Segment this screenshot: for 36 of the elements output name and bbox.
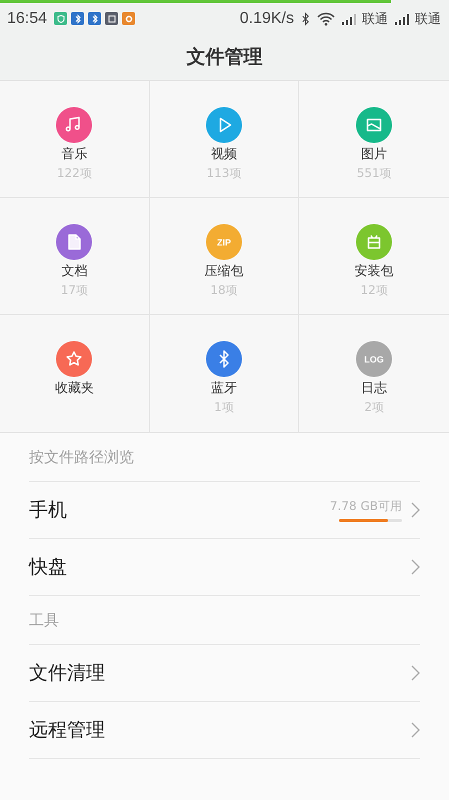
category-label: 视频 (210, 146, 237, 164)
list-row[interactable]: 手机 7.78 GB可用 (29, 482, 420, 539)
free-space-text: 7.78 GB可用 (330, 498, 402, 515)
carrier-name: 联通 (362, 10, 388, 28)
row-label: 文件清理 (29, 661, 106, 686)
signal-icon (395, 12, 411, 24)
category-label: 音乐 (61, 146, 88, 164)
list-row[interactable]: 远程管理 (29, 702, 420, 759)
signal-icon (342, 12, 358, 24)
category-tile[interactable]: 收藏夹 (0, 315, 150, 432)
chevron-icon (410, 665, 420, 681)
section-header: 按文件路径浏览 (29, 448, 134, 466)
category-label: 收藏夹 (54, 380, 94, 398)
category-label: 文档 (61, 263, 88, 281)
category-label: 安装包 (354, 263, 394, 281)
category-label: 日志 (361, 380, 388, 398)
page-title: 文件管理 (186, 45, 262, 70)
list-row[interactable]: 文件清理 (29, 645, 420, 702)
category-label: 图片 (361, 146, 388, 164)
row-label: 远程管理 (29, 718, 106, 743)
chevron-icon (410, 559, 420, 575)
row-label: 手机 (29, 498, 68, 523)
category-label: 蓝牙 (210, 380, 237, 398)
wifi-icon (317, 12, 335, 26)
bluetooth-icon (301, 12, 310, 26)
status-time: 16:54 (7, 10, 48, 28)
log-icon: LOG (356, 341, 392, 377)
network-speed: 0.19K/s (240, 10, 294, 28)
zip-icon: ZIP (206, 224, 242, 260)
list-row[interactable]: 快盘 (29, 539, 420, 596)
row-label: 快盘 (29, 555, 68, 580)
section-header: 工具 (29, 610, 59, 630)
chevron-icon (410, 502, 420, 518)
carrier-name: 联通 (415, 10, 441, 28)
category-label: 压缩包 (204, 263, 244, 281)
chevron-icon (410, 722, 420, 738)
